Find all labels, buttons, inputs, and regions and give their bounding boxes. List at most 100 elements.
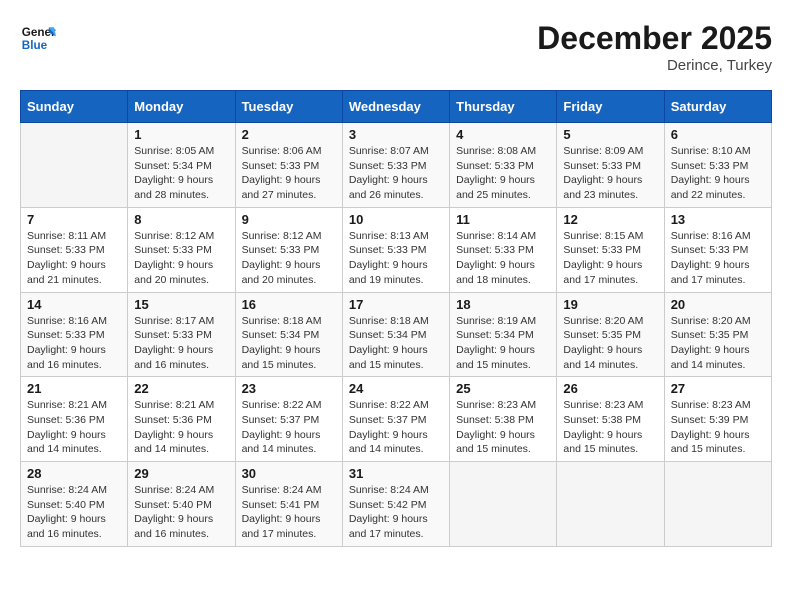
- calendar-day-cell: 11Sunrise: 8:14 AMSunset: 5:33 PMDayligh…: [450, 207, 557, 292]
- day-number: 16: [242, 297, 336, 312]
- day-info: Sunrise: 8:06 AMSunset: 5:33 PMDaylight:…: [242, 144, 336, 203]
- day-info: Sunrise: 8:07 AMSunset: 5:33 PMDaylight:…: [349, 144, 443, 203]
- logo-icon: General Blue: [20, 20, 56, 56]
- day-info: Sunrise: 8:16 AMSunset: 5:33 PMDaylight:…: [27, 314, 121, 373]
- day-info: Sunrise: 8:15 AMSunset: 5:33 PMDaylight:…: [563, 229, 657, 288]
- day-info: Sunrise: 8:21 AMSunset: 5:36 PMDaylight:…: [27, 398, 121, 457]
- day-number: 26: [563, 381, 657, 396]
- calendar-week-row: 7 Sunrise: 8:11 AMSunset: 5:33 PMDaylight…: [21, 207, 772, 292]
- day-number: 10: [349, 212, 443, 227]
- day-number: 28: [27, 466, 121, 481]
- calendar-day-cell: 2 Sunrise: 8:06 AMSunset: 5:33 PMDaylight…: [235, 123, 342, 208]
- day-info: Sunrise: 8:21 AMSunset: 5:36 PMDaylight:…: [134, 398, 228, 457]
- day-of-week-header: Thursday: [450, 91, 557, 123]
- day-number: 5: [563, 127, 657, 142]
- location: Derince, Turkey: [537, 57, 772, 74]
- day-number: 9: [242, 212, 336, 227]
- calendar-day-cell: 24Sunrise: 8:22 AMSunset: 5:37 PMDayligh…: [342, 377, 449, 462]
- day-number: 2: [242, 127, 336, 142]
- calendar-day-cell: 29Sunrise: 8:24 AMSunset: 5:40 PMDayligh…: [128, 462, 235, 547]
- day-number: 13: [671, 212, 765, 227]
- day-of-week-header: Wednesday: [342, 91, 449, 123]
- day-of-week-header: Saturday: [664, 91, 771, 123]
- day-of-week-header: Monday: [128, 91, 235, 123]
- calendar-day-cell: 28 Sunrise: 8:24 AMSunset: 5:40 PMDayligh…: [21, 462, 128, 547]
- day-number: 4: [456, 127, 550, 142]
- day-info: Sunrise: 8:09 AMSunset: 5:33 PMDaylight:…: [563, 144, 657, 203]
- day-number: 6: [671, 127, 765, 142]
- day-info: Sunrise: 8:05 AMSunset: 5:34 PMDaylight:…: [134, 144, 228, 203]
- day-info: Sunrise: 8:18 AMSunset: 5:34 PMDaylight:…: [349, 314, 443, 373]
- day-number: 11: [456, 212, 550, 227]
- calendar-day-cell: 17Sunrise: 8:18 AMSunset: 5:34 PMDayligh…: [342, 292, 449, 377]
- day-number: 23: [242, 381, 336, 396]
- calendar-day-cell: 12 Sunrise: 8:15 AMSunset: 5:33 PMDayligh…: [557, 207, 664, 292]
- day-info: Sunrise: 8:10 AMSunset: 5:33 PMDaylight:…: [671, 144, 765, 203]
- day-number: 18: [456, 297, 550, 312]
- day-info: Sunrise: 8:17 AMSunset: 5:33 PMDaylight:…: [134, 314, 228, 373]
- day-number: 8: [134, 212, 228, 227]
- day-number: 27: [671, 381, 765, 396]
- calendar-header: SundayMondayTuesdayWednesdayThursdayFrid…: [21, 91, 772, 123]
- day-info: Sunrise: 8:20 AMSunset: 5:35 PMDaylight:…: [671, 314, 765, 373]
- day-number: 31: [349, 466, 443, 481]
- day-number: 22: [134, 381, 228, 396]
- calendar-day-cell: 1 Sunrise: 8:05 AMSunset: 5:34 PMDaylight…: [128, 123, 235, 208]
- calendar-day-cell: [557, 462, 664, 547]
- day-number: 7: [27, 212, 121, 227]
- calendar-day-cell: 4 Sunrise: 8:08 AMSunset: 5:33 PMDaylight…: [450, 123, 557, 208]
- day-info: Sunrise: 8:23 AMSunset: 5:39 PMDaylight:…: [671, 398, 765, 457]
- day-number: 1: [134, 127, 228, 142]
- calendar-day-cell: 5 Sunrise: 8:09 AMSunset: 5:33 PMDaylight…: [557, 123, 664, 208]
- calendar-day-cell: 16Sunrise: 8:18 AMSunset: 5:34 PMDayligh…: [235, 292, 342, 377]
- day-info: Sunrise: 8:12 AMSunset: 5:33 PMDaylight:…: [134, 229, 228, 288]
- calendar-day-cell: [664, 462, 771, 547]
- calendar-week-row: 21 Sunrise: 8:21 AMSunset: 5:36 PMDayligh…: [21, 377, 772, 462]
- calendar-day-cell: 3Sunrise: 8:07 AMSunset: 5:33 PMDaylight…: [342, 123, 449, 208]
- calendar-day-cell: 30Sunrise: 8:24 AMSunset: 5:41 PMDayligh…: [235, 462, 342, 547]
- day-number: 20: [671, 297, 765, 312]
- day-number: 21: [27, 381, 121, 396]
- calendar-day-cell: 25 Sunrise: 8:23 AMSunset: 5:38 PMDayligh…: [450, 377, 557, 462]
- calendar-day-cell: 14 Sunrise: 8:16 AMSunset: 5:33 PMDayligh…: [21, 292, 128, 377]
- day-info: Sunrise: 8:24 AMSunset: 5:40 PMDaylight:…: [27, 483, 121, 542]
- day-info: Sunrise: 8:23 AMSunset: 5:38 PMDaylight:…: [456, 398, 550, 457]
- day-number: 15: [134, 297, 228, 312]
- day-number: 14: [27, 297, 121, 312]
- day-info: Sunrise: 8:08 AMSunset: 5:33 PMDaylight:…: [456, 144, 550, 203]
- day-number: 30: [242, 466, 336, 481]
- calendar-day-cell: 31 Sunrise: 8:24 AMSunset: 5:42 PMDayligh…: [342, 462, 449, 547]
- calendar-day-cell: 20 Sunrise: 8:20 AMSunset: 5:35 PMDayligh…: [664, 292, 771, 377]
- calendar-day-cell: 22 Sunrise: 8:21 AMSunset: 5:36 PMDayligh…: [128, 377, 235, 462]
- day-info: Sunrise: 8:12 AMSunset: 5:33 PMDaylight:…: [242, 229, 336, 288]
- day-info: Sunrise: 8:24 AMSunset: 5:42 PMDaylight:…: [349, 483, 443, 542]
- calendar-week-row: 28 Sunrise: 8:24 AMSunset: 5:40 PMDayligh…: [21, 462, 772, 547]
- calendar-week-row: 1 Sunrise: 8:05 AMSunset: 5:34 PMDaylight…: [21, 123, 772, 208]
- calendar-day-cell: 15 Sunrise: 8:17 AMSunset: 5:33 PMDayligh…: [128, 292, 235, 377]
- title-block: December 2025 Derince, Turkey: [537, 20, 772, 74]
- day-number: 24: [349, 381, 443, 396]
- calendar-day-cell: 23 Sunrise: 8:22 AMSunset: 5:37 PMDayligh…: [235, 377, 342, 462]
- calendar-day-cell: 13 Sunrise: 8:16 AMSunset: 5:33 PMDayligh…: [664, 207, 771, 292]
- day-number: 12: [563, 212, 657, 227]
- day-info: Sunrise: 8:20 AMSunset: 5:35 PMDaylight:…: [563, 314, 657, 373]
- day-info: Sunrise: 8:24 AMSunset: 5:40 PMDaylight:…: [134, 483, 228, 542]
- day-info: Sunrise: 8:22 AMSunset: 5:37 PMDaylight:…: [242, 398, 336, 457]
- calendar-day-cell: [21, 123, 128, 208]
- calendar-week-row: 14 Sunrise: 8:16 AMSunset: 5:33 PMDayligh…: [21, 292, 772, 377]
- calendar-day-cell: 8 Sunrise: 8:12 AMSunset: 5:33 PMDaylight…: [128, 207, 235, 292]
- day-number: 19: [563, 297, 657, 312]
- svg-text:Blue: Blue: [22, 39, 48, 52]
- calendar-day-cell: 7 Sunrise: 8:11 AMSunset: 5:33 PMDaylight…: [21, 207, 128, 292]
- day-info: Sunrise: 8:16 AMSunset: 5:33 PMDaylight:…: [671, 229, 765, 288]
- calendar-day-cell: 18Sunrise: 8:19 AMSunset: 5:34 PMDayligh…: [450, 292, 557, 377]
- day-info: Sunrise: 8:11 AMSunset: 5:33 PMDaylight:…: [27, 229, 121, 288]
- calendar-table: SundayMondayTuesdayWednesdayThursdayFrid…: [20, 90, 772, 547]
- day-info: Sunrise: 8:13 AMSunset: 5:33 PMDaylight:…: [349, 229, 443, 288]
- day-of-week-header: Tuesday: [235, 91, 342, 123]
- logo: General Blue: [20, 20, 56, 56]
- day-of-week-header: Friday: [557, 91, 664, 123]
- calendar-day-cell: 9 Sunrise: 8:12 AMSunset: 5:33 PMDaylight…: [235, 207, 342, 292]
- calendar-day-cell: [450, 462, 557, 547]
- day-number: 25: [456, 381, 550, 396]
